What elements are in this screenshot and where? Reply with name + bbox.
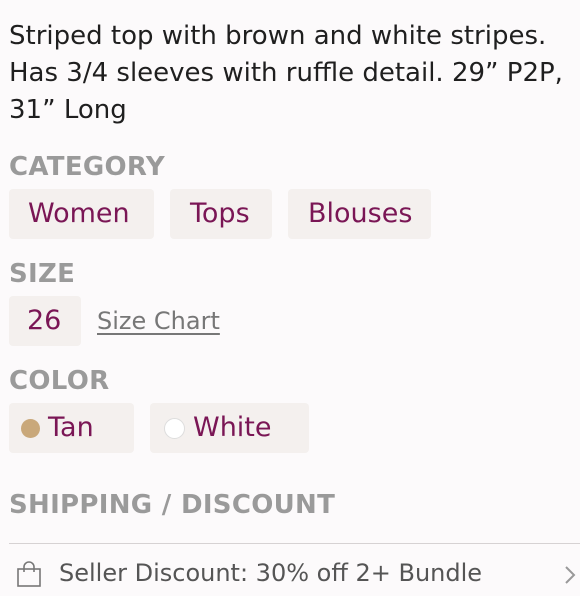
color-chip-tan[interactable]: Tan [9, 403, 134, 453]
category-chip-label: Women [28, 198, 130, 229]
size-chip[interactable]: 26 [9, 296, 81, 346]
category-heading: CATEGORY [9, 152, 165, 182]
category-chip-blouses[interactable]: Blouses [288, 189, 431, 239]
seller-discount-text: Seller Discount: 30% off 2+ Bundle [59, 559, 483, 587]
color-chip-white[interactable]: White [150, 403, 309, 453]
category-chip-label: Blouses [308, 198, 413, 229]
size-chart-link[interactable]: Size Chart [97, 305, 220, 337]
tan-swatch-icon [21, 418, 40, 438]
size-value: 26 [27, 305, 62, 336]
color-chip-label: Tan [48, 412, 94, 443]
color-chip-label: White [193, 412, 272, 443]
chevron-right-icon [565, 566, 576, 584]
color-heading: COLOR [9, 366, 110, 396]
category-chip-tops[interactable]: Tops [170, 189, 272, 239]
shopping-bag-icon [17, 561, 41, 587]
listing-description: Striped top with brown and white stripes… [9, 21, 563, 125]
size-heading: SIZE [9, 259, 76, 289]
category-chip-women[interactable]: Women [9, 189, 154, 239]
white-swatch-icon [164, 417, 185, 439]
section-divider [9, 543, 580, 544]
category-chip-label: Tops [190, 198, 250, 229]
seller-discount-row[interactable]: Seller Discount: 30% off 2+ Bundle [9, 556, 580, 596]
shipping-discount-heading: SHIPPING / DISCOUNT [9, 490, 336, 520]
